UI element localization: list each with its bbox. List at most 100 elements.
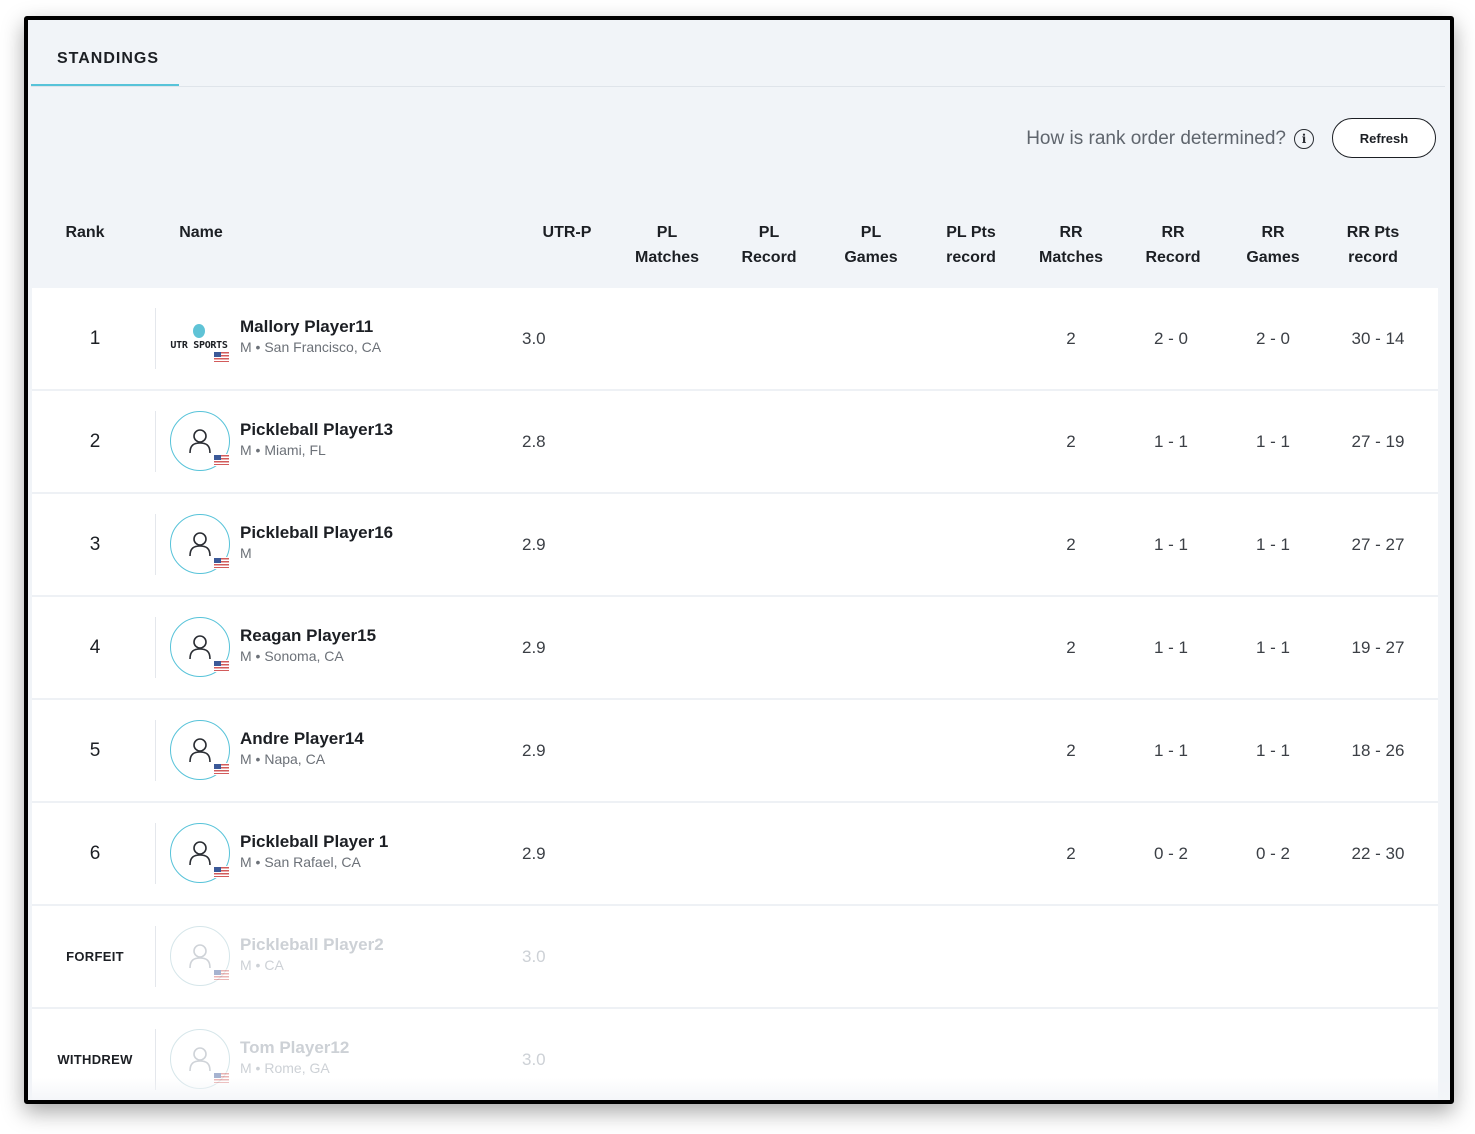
player-name-link[interactable]: Mallory Player11: [240, 317, 373, 337]
player-name-link[interactable]: Reagan Player15: [240, 626, 376, 646]
column-header-pl-games: PL Games: [844, 224, 898, 266]
rr-record-value: [1136, 906, 1206, 1007]
player-meta: M: [240, 545, 252, 561]
us-flag-icon: [214, 970, 229, 980]
rank-value: 6: [89, 842, 101, 864]
rank-order-help[interactable]: How is rank order determined? i: [1026, 128, 1314, 150]
table-row[interactable]: 2 Pickleball Player13 M • Miami, FL 2.8 …: [32, 391, 1438, 494]
info-icon[interactable]: i: [1294, 129, 1314, 149]
column-header-rank: Rank: [65, 224, 105, 241]
rank-value: 2: [89, 430, 101, 452]
tab-bar: STANDINGS: [28, 20, 1450, 90]
player-name-link[interactable]: Pickleball Player16: [240, 523, 393, 543]
rr-matches-value: 2: [1066, 740, 1076, 760]
rr-pts-record-value: 19 - 27: [1351, 637, 1405, 657]
player-name-link[interactable]: Andre Player14: [240, 729, 364, 749]
utr-rating: 3.0: [522, 946, 546, 966]
table-row[interactable]: 1 UTR SPORTS Mallory Player11 M • San Fr…: [32, 288, 1438, 391]
bottom-fade: [28, 1078, 1450, 1100]
column-header-rr-matches: RR Matches: [1038, 224, 1104, 266]
rr-record-value: 2 - 0: [1153, 328, 1189, 348]
tab-divider: [31, 86, 1445, 87]
utr-logo-mark: [193, 323, 205, 338]
utr-rating: 2.9: [522, 740, 546, 760]
rr-games-value: 0 - 2: [1255, 843, 1291, 863]
rr-record-value: 1 - 1: [1153, 637, 1189, 657]
column-header-pl-record: PL Record: [741, 224, 797, 266]
player-meta: M • CA: [240, 957, 284, 973]
column-divider: [155, 514, 156, 575]
rank-value: 4: [89, 636, 101, 658]
rr-pts-record-value: 27 - 27: [1351, 534, 1405, 554]
column-header-pl-pts: PL Pts record: [946, 224, 996, 266]
column-header-name: Name: [179, 224, 223, 241]
rr-record-value: 1 - 1: [1153, 534, 1189, 554]
utr-rating: 2.8: [522, 431, 546, 451]
standings-table-body: 1 UTR SPORTS Mallory Player11 M • San Fr…: [32, 288, 1438, 1100]
rr-pts-record-value: 30 - 14: [1351, 328, 1405, 348]
rr-record-value: 1 - 1: [1153, 431, 1189, 451]
table-row[interactable]: 3 Pickleball Player16 M 2.9 2 1 - 1 1 - …: [32, 494, 1438, 597]
us-flag-icon: [214, 558, 229, 568]
utr-rating: 2.9: [522, 534, 546, 554]
rr-matches-value: [1036, 906, 1106, 1007]
rr-matches-value: 2: [1066, 431, 1076, 451]
rr-matches-value: 2: [1066, 328, 1076, 348]
column-header-rr-record: RR Record: [1145, 224, 1201, 266]
column-divider: [155, 308, 156, 369]
player-meta: M • Sonoma, CA: [240, 648, 344, 664]
rr-pts-record-value: 22 - 30: [1351, 843, 1405, 863]
player-meta: M • San Rafael, CA: [240, 854, 361, 870]
column-divider: [155, 823, 156, 884]
rank-value: 5: [89, 739, 101, 761]
utr-rating: 2.9: [522, 637, 546, 657]
rr-pts-record-value: 27 - 19: [1351, 431, 1405, 451]
player-meta: M • Napa, CA: [240, 751, 326, 767]
rr-games-value: 1 - 1: [1255, 431, 1291, 451]
player-name-link[interactable]: Pickleball Player 1: [240, 832, 388, 852]
rr-record-value: 0 - 2: [1153, 843, 1189, 863]
rank-value: 3: [89, 533, 101, 555]
utr-logo-text: UTR SPORTS: [170, 339, 228, 351]
rr-matches-value: 2: [1066, 843, 1076, 863]
table-row[interactable]: 5 Andre Player14 M • Napa, CA 2.9 2 1 - …: [32, 700, 1438, 803]
rr-pts-record-value: 18 - 26: [1351, 740, 1405, 760]
rr-matches-value: 2: [1066, 534, 1076, 554]
utr-rating: 3.0: [522, 328, 546, 348]
tab-standings[interactable]: STANDINGS: [36, 50, 180, 68]
rr-matches-value: 2: [1066, 637, 1076, 657]
column-divider: [155, 926, 156, 987]
rank-value: 1: [89, 327, 101, 349]
us-flag-icon: [214, 455, 229, 465]
column-header-utr: UTR-P: [542, 224, 592, 241]
column-divider: [155, 617, 156, 678]
utr-rating: 2.9: [522, 843, 546, 863]
table-row[interactable]: 4 Reagan Player15 M • Sonoma, CA 2.9 2 1…: [32, 597, 1438, 700]
rr-games-value: 2 - 0: [1255, 328, 1291, 348]
table-row[interactable]: FORFEIT Pickleball Player2 M • CA 3.0: [32, 906, 1438, 1009]
rank-value: FORFEIT: [66, 949, 124, 964]
us-flag-icon: [214, 867, 229, 877]
column-header-rr-games: RR Games: [1246, 224, 1300, 266]
us-flag-icon: [214, 661, 229, 671]
column-divider: [155, 720, 156, 781]
column-header-pl-matches: PL Matches: [634, 224, 700, 266]
column-header-rr-pts: RR Pts record: [1346, 224, 1400, 266]
rr-games-value: 1 - 1: [1255, 637, 1291, 657]
player-meta: M • San Francisco, CA: [240, 339, 382, 355]
player-meta: M • Rome, GA: [240, 1060, 330, 1076]
player-name-link[interactable]: Tom Player12: [240, 1038, 349, 1058]
table-row[interactable]: 6 Pickleball Player 1 M • San Rafael, CA…: [32, 803, 1438, 906]
player-meta: M • Miami, FL: [240, 442, 326, 458]
rr-games-value: 1 - 1: [1255, 740, 1291, 760]
rr-games-value: 1 - 1: [1255, 534, 1291, 554]
refresh-button[interactable]: Refresh: [1332, 118, 1436, 158]
player-name-link[interactable]: Pickleball Player2: [240, 935, 384, 955]
standings-window: STANDINGS How is rank order determined? …: [24, 16, 1454, 1104]
column-divider: [155, 411, 156, 472]
us-flag-icon: [214, 352, 229, 362]
rr-pts-record-value: [1338, 906, 1418, 1007]
rank-order-question[interactable]: How is rank order determined?: [1026, 128, 1286, 150]
player-name-link[interactable]: Pickleball Player13: [240, 420, 393, 440]
rr-games-value: [1238, 906, 1308, 1007]
